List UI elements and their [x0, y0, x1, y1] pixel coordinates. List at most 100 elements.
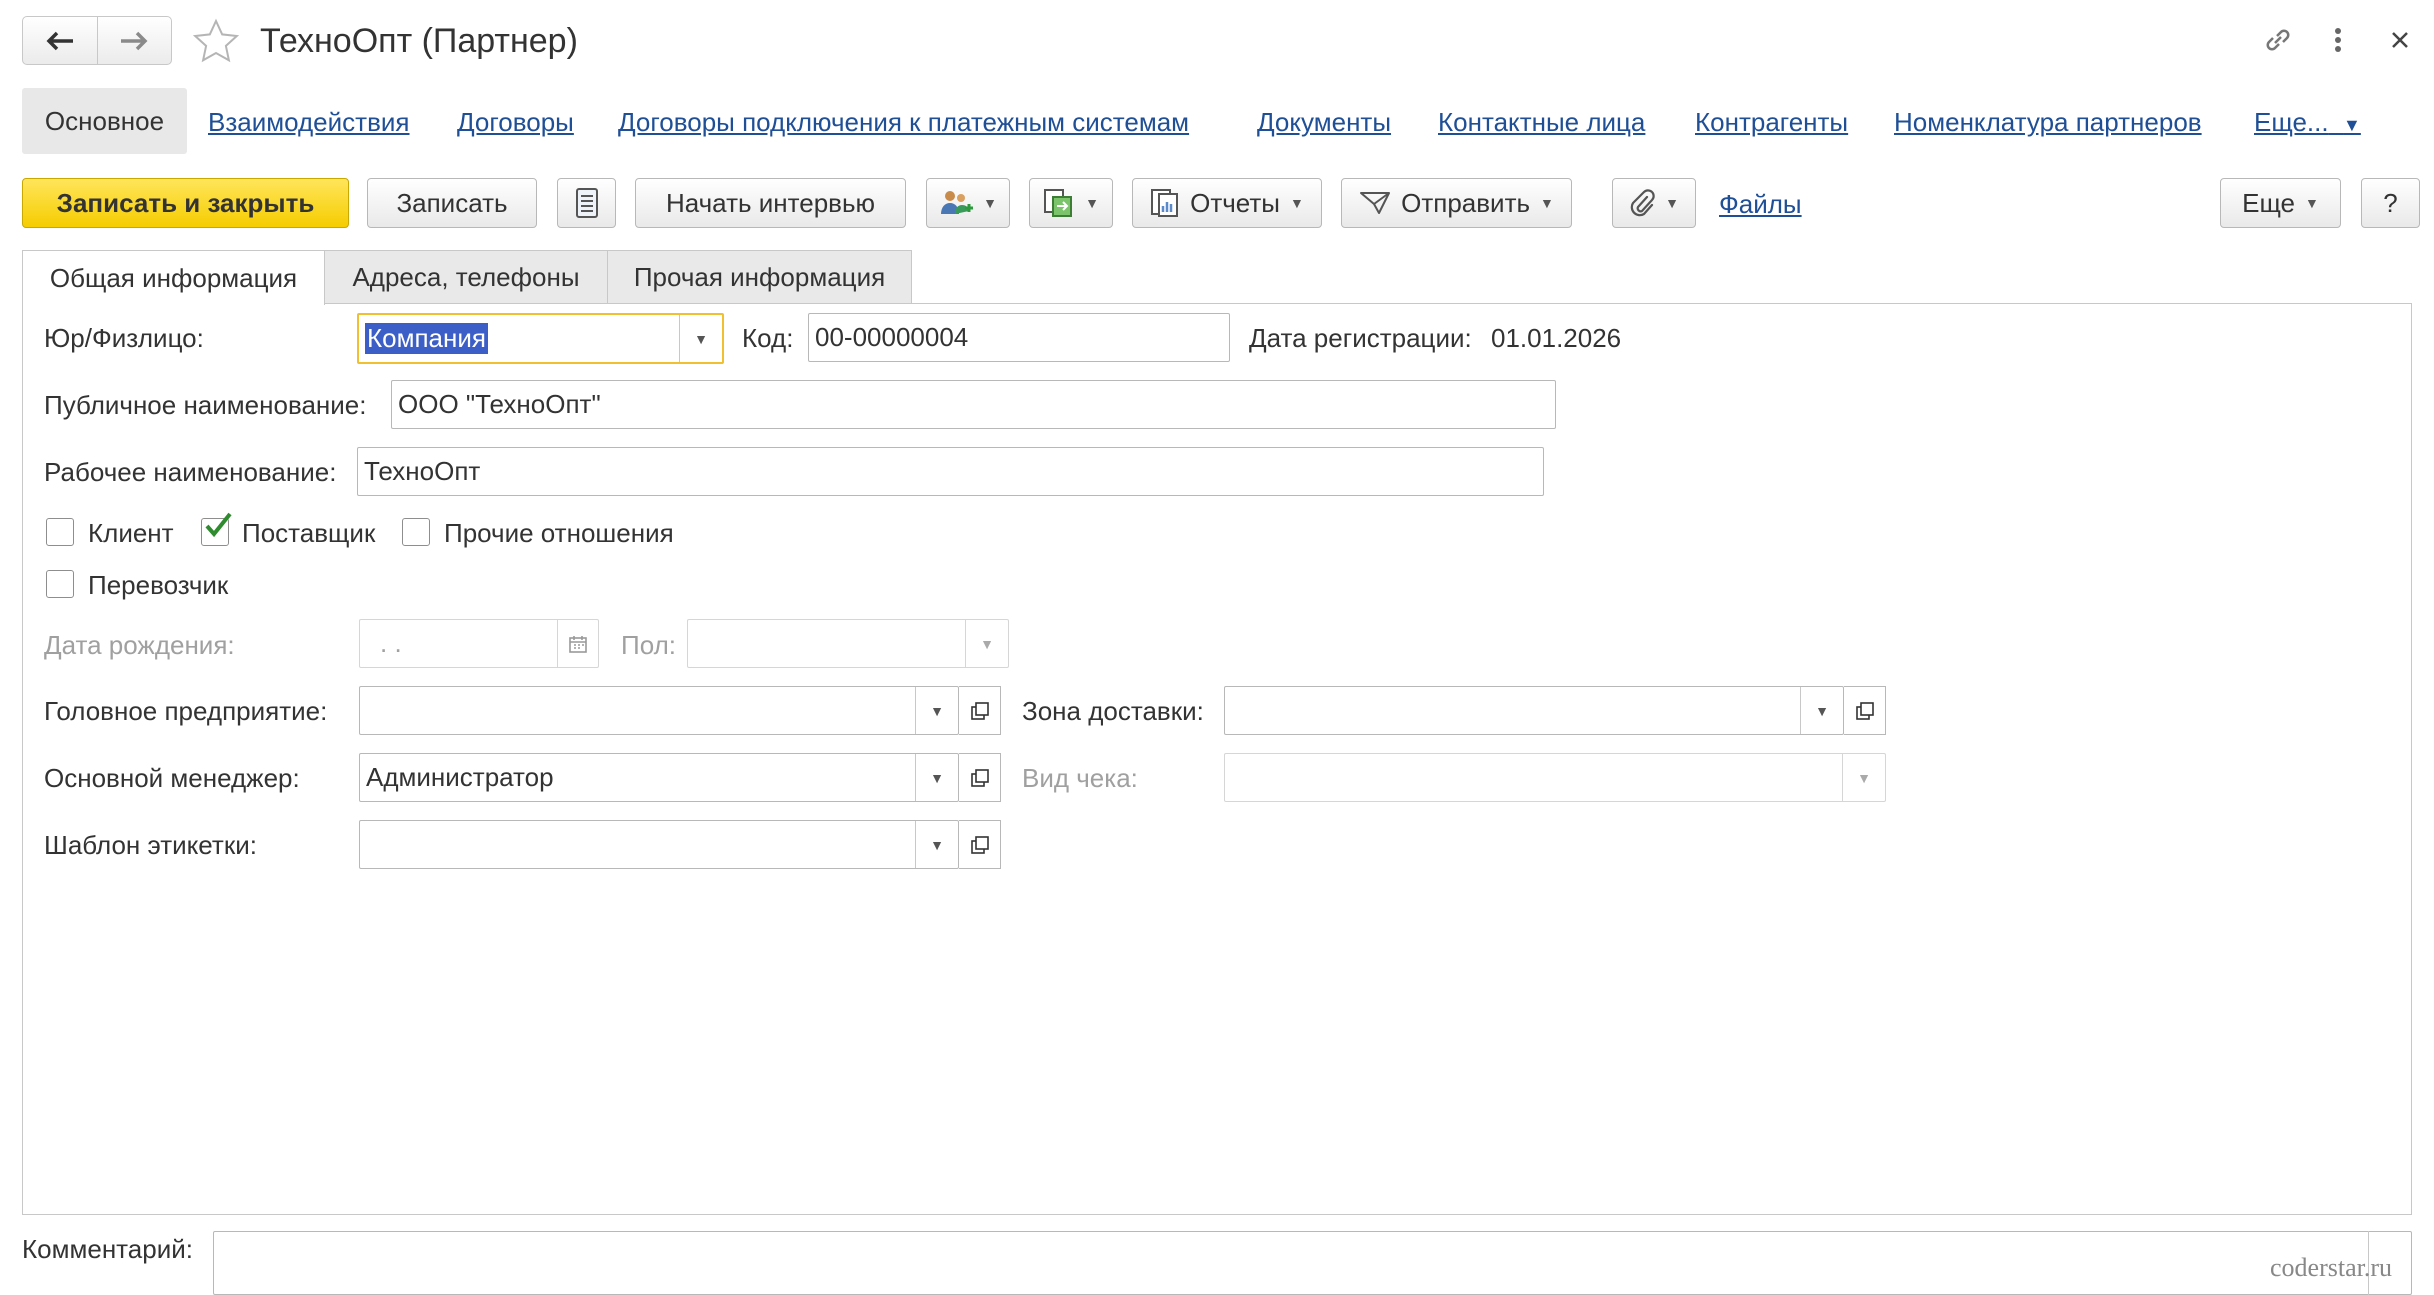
open-form-icon: [970, 835, 989, 854]
client-checkbox[interactable]: [46, 518, 74, 546]
open-head-company-button[interactable]: [959, 686, 1001, 735]
gender-select[interactable]: ▼: [687, 619, 1009, 668]
dropdown-arrow-icon[interactable]: ▼: [965, 620, 1008, 667]
birth-date-field[interactable]: . .: [359, 619, 599, 668]
code-label: Код:: [742, 323, 794, 353]
dropdown-arrow-icon[interactable]: ▼: [679, 315, 722, 362]
label-template-field[interactable]: ▼: [359, 820, 959, 869]
registration-date-label: Дата регистрации:: [1249, 323, 1472, 353]
section-link-counterparties[interactable]: Контрагенты: [1695, 109, 1848, 135]
carrier-checkbox[interactable]: [46, 570, 74, 598]
dropdown-arrow-icon[interactable]: ▼: [915, 821, 958, 868]
open-delivery-zone-button[interactable]: [1844, 686, 1886, 735]
chevron-down-icon: ▼: [1085, 195, 1099, 211]
page-title: ТехноОпт (Партнер): [260, 22, 578, 60]
users-add-icon: [941, 191, 974, 214]
section-more-link[interactable]: Еще... ▼: [2254, 109, 2361, 135]
dropdown-arrow-icon[interactable]: ▼: [915, 687, 958, 734]
carrier-checkbox-label: Перевозчик: [88, 570, 229, 600]
save-and-close-button[interactable]: Записать и закрыть: [22, 178, 349, 228]
open-form-icon: [970, 768, 989, 787]
structure-button[interactable]: [557, 178, 616, 228]
head-company-field[interactable]: ▼: [359, 686, 959, 735]
watermark: coderstar.ru: [2270, 1253, 2393, 1282]
other-relations-checkbox[interactable]: [402, 518, 430, 546]
delivery-zone-label: Зона доставки:: [1022, 696, 1204, 726]
close-icon[interactable]: [2388, 28, 2412, 52]
open-form-icon: [970, 701, 989, 720]
create-based-dropdown-button[interactable]: ▼: [1029, 178, 1113, 228]
manager-field[interactable]: Администратор ▼: [359, 753, 959, 802]
receipt-type-select[interactable]: ▼: [1224, 753, 1886, 802]
section-link-contracts[interactable]: Договоры: [457, 109, 574, 135]
public-name-field[interactable]: ООО "ТехноОпт": [391, 380, 1556, 429]
tab-joiner: [23, 302, 324, 305]
comment-label: Комментарий:: [22, 1234, 193, 1264]
legal-type-value: Компания: [365, 323, 488, 354]
comment-field[interactable]: [213, 1231, 2412, 1295]
send-dropdown-button[interactable]: Отправить ▼: [1341, 178, 1572, 228]
star-icon[interactable]: [192, 18, 240, 64]
manager-label: Основной менеджер:: [44, 763, 300, 793]
create-based-icon: [1044, 189, 1073, 217]
more-actions-button[interactable]: Еще ▼: [2220, 178, 2341, 228]
link-icon[interactable]: [2262, 24, 2294, 56]
section-link-interactions[interactable]: Взаимодействия: [208, 109, 410, 135]
head-company-label: Головное предприятие:: [44, 696, 328, 726]
reports-icon: [1151, 189, 1179, 217]
open-manager-button[interactable]: [959, 753, 1001, 802]
send-icon: [1360, 192, 1391, 214]
birth-date-label: Дата рождения:: [44, 630, 235, 660]
reports-dropdown-button[interactable]: Отчеты ▼: [1132, 178, 1322, 228]
section-link-payment-contracts[interactable]: Договоры подключения к платежным система…: [618, 109, 1189, 135]
code-field[interactable]: 00-00000004: [808, 313, 1230, 362]
other-relations-checkbox-label: Прочие отношения: [444, 518, 674, 548]
chevron-down-icon: ▼: [2343, 115, 2361, 135]
paperclip-icon: [1630, 189, 1655, 217]
label-template-label: Шаблон этикетки:: [44, 830, 257, 860]
back-button[interactable]: [23, 17, 97, 64]
public-name-label: Публичное наименование:: [44, 390, 367, 420]
tab-addresses-phones[interactable]: Адреса, телефоны: [324, 250, 608, 304]
supplier-checkbox-label: Поставщик: [242, 518, 376, 548]
kebab-menu-icon[interactable]: [2330, 24, 2346, 56]
tab-other-info[interactable]: Прочая информация: [607, 250, 912, 304]
help-button[interactable]: ?: [2361, 178, 2420, 228]
chevron-down-icon: ▼: [983, 195, 997, 211]
navigation-buttons: [22, 16, 172, 65]
tab-general-info[interactable]: Общая информация: [22, 250, 325, 305]
dropdown-arrow-icon[interactable]: ▼: [1800, 687, 1843, 734]
open-form-icon: [1855, 701, 1874, 720]
section-link-partner-nomenclature[interactable]: Номенклатура партнеров: [1894, 109, 2202, 135]
section-link-contact-persons[interactable]: Контактные лица: [1438, 109, 1645, 135]
work-name-field[interactable]: ТехноОпт: [357, 447, 1544, 496]
document-list-icon: [575, 188, 598, 218]
files-link[interactable]: Файлы: [1719, 191, 1802, 217]
start-interview-button[interactable]: Начать интервью: [635, 178, 906, 228]
delivery-zone-field[interactable]: ▼: [1224, 686, 1844, 735]
open-label-template-button[interactable]: [959, 820, 1001, 869]
save-button[interactable]: Записать: [367, 178, 537, 228]
chevron-down-icon: ▼: [1665, 195, 1679, 211]
calendar-icon[interactable]: [557, 620, 598, 667]
attachments-dropdown-button[interactable]: ▼: [1612, 178, 1696, 228]
chevron-down-icon: ▼: [1290, 195, 1304, 211]
checkmark-icon: [205, 512, 232, 538]
registration-date-value: 01.01.2026: [1491, 323, 1622, 353]
section-main[interactable]: Основное: [22, 88, 187, 154]
legal-type-select[interactable]: Компания ▼: [357, 313, 724, 364]
client-checkbox-label: Клиент: [88, 518, 174, 548]
receipt-type-label: Вид чека:: [1022, 763, 1138, 793]
section-link-documents[interactable]: Документы: [1257, 109, 1391, 135]
back-arrow-icon: [46, 31, 73, 50]
forward-button[interactable]: [96, 17, 172, 64]
dropdown-arrow-icon[interactable]: ▼: [1842, 754, 1885, 801]
chevron-down-icon: ▼: [2305, 195, 2319, 211]
dropdown-arrow-icon[interactable]: ▼: [915, 754, 958, 801]
forward-arrow-icon: [121, 31, 148, 50]
chevron-down-icon: ▼: [1540, 195, 1554, 211]
work-name-label: Рабочее наименование:: [44, 457, 337, 487]
legal-type-label: Юр/Физлицо:: [44, 323, 204, 353]
users-dropdown-button[interactable]: ▼: [926, 178, 1010, 228]
supplier-checkbox[interactable]: [201, 512, 232, 546]
